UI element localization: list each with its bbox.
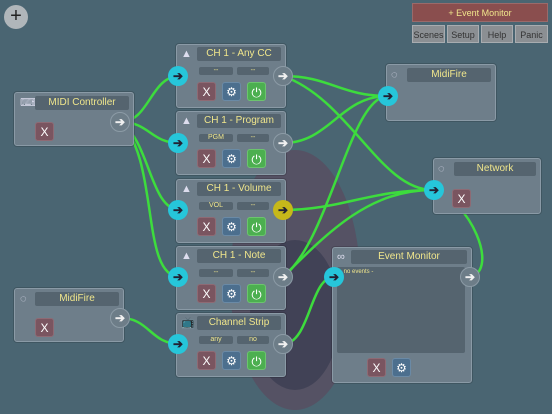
midi-port-icon: ◌	[438, 163, 445, 175]
shark-fin-icon: ▲	[181, 183, 192, 195]
output-port[interactable]: ➔	[273, 334, 293, 354]
midifire-input-node[interactable]: ◌ MidiFire X	[14, 288, 124, 342]
param-2[interactable]: --	[237, 202, 269, 210]
close-button[interactable]: X	[197, 149, 216, 168]
shark-fin-icon: ▲	[181, 48, 192, 60]
param-2[interactable]: --	[237, 67, 269, 75]
output-port[interactable]: ➔	[460, 267, 480, 287]
input-port[interactable]: ➔	[168, 66, 188, 86]
param-1[interactable]: PGM	[199, 134, 233, 142]
network-node[interactable]: ◌ Network X	[433, 158, 541, 214]
panic-button[interactable]: Panic	[515, 25, 548, 43]
event-monitor-node[interactable]: ∞ Event Monitor - no events - X ⚙	[332, 247, 472, 383]
input-port[interactable]: ➔	[168, 133, 188, 153]
node-title: Network	[454, 162, 536, 176]
ch1-volume-node[interactable]: ▲ CH 1 - Volume VOL -- X ⚙ ⏻	[176, 179, 286, 243]
power-icon[interactable]: ⏻	[247, 149, 266, 168]
param-2[interactable]: no	[237, 336, 269, 344]
power-icon[interactable]: ⏻	[247, 284, 266, 303]
shark-fin-icon: ▲	[181, 115, 192, 127]
help-button[interactable]: Help	[481, 25, 513, 43]
power-icon[interactable]: ⏻	[247, 82, 266, 101]
ch1-note-node[interactable]: ▲ CH 1 - Note -- -- X ⚙ ⏻	[176, 246, 286, 310]
infinity-icon: ∞	[337, 251, 345, 263]
input-port[interactable]: ➔	[168, 334, 188, 354]
output-port[interactable]: ➔	[110, 112, 130, 132]
gear-icon[interactable]: ⚙	[222, 284, 241, 303]
tv-icon: 📺	[181, 317, 195, 329]
ch1-program-node[interactable]: ▲ CH 1 - Program PGM -- X ⚙ ⏻	[176, 111, 286, 175]
param-2[interactable]: --	[237, 134, 269, 142]
shark-fin-icon: ▲	[181, 250, 192, 262]
param-1[interactable]: --	[199, 67, 233, 75]
midifire-output-node[interactable]: ◌ MidiFire	[386, 64, 496, 121]
close-button[interactable]: X	[35, 122, 54, 141]
node-title: Event Monitor	[351, 250, 467, 264]
param-2[interactable]: --	[237, 269, 269, 277]
node-title: CH 1 - Note	[197, 249, 281, 263]
close-button[interactable]: X	[35, 318, 54, 337]
output-port[interactable]: ➔	[273, 200, 293, 220]
output-port[interactable]: ➔	[273, 66, 293, 86]
channel-strip-node[interactable]: 📺 Channel Strip any no X ⚙ ⏻	[176, 313, 286, 377]
event-log[interactable]: - no events -	[337, 267, 465, 353]
node-title: CH 1 - Volume	[197, 182, 281, 196]
gear-icon[interactable]: ⚙	[222, 351, 241, 370]
node-title: MidiFire	[407, 68, 491, 82]
output-port[interactable]: ➔	[273, 133, 293, 153]
input-port[interactable]: ➔	[168, 267, 188, 287]
output-port[interactable]: ➔	[273, 267, 293, 287]
node-title: CH 1 - Any CC	[197, 47, 281, 61]
close-button[interactable]: X	[367, 358, 386, 377]
close-button[interactable]: X	[197, 351, 216, 370]
power-icon[interactable]: ⏻	[247, 351, 266, 370]
close-button[interactable]: X	[197, 82, 216, 101]
power-icon[interactable]: ⏻	[247, 217, 266, 236]
midi-port-icon: ◌	[20, 293, 27, 305]
close-button[interactable]: X	[197, 217, 216, 236]
node-title: MIDI Controller	[35, 96, 129, 110]
gear-icon[interactable]: ⚙	[392, 358, 411, 377]
output-port[interactable]: ➔	[110, 308, 130, 328]
param-1[interactable]: --	[199, 269, 233, 277]
keyboard-icon: ⌨	[20, 97, 36, 109]
gear-icon[interactable]: ⚙	[222, 217, 241, 236]
close-button[interactable]: X	[197, 284, 216, 303]
param-1[interactable]: VOL	[199, 202, 233, 210]
event-log-empty-text: - no events -	[340, 269, 374, 275]
gear-icon[interactable]: ⚙	[222, 82, 241, 101]
event-monitor-add-button[interactable]: + Event Monitor	[412, 3, 548, 22]
node-title: Channel Strip	[197, 316, 281, 330]
input-port[interactable]: ➔	[168, 200, 188, 220]
scenes-button[interactable]: Scenes	[412, 25, 445, 43]
input-port[interactable]: ➔	[378, 86, 398, 106]
midi-port-icon: ◌	[391, 69, 398, 81]
close-button[interactable]: X	[452, 189, 471, 208]
ch1-any-cc-node[interactable]: ▲ CH 1 - Any CC -- -- X ⚙ ⏻	[176, 44, 286, 108]
setup-button[interactable]: Setup	[447, 25, 479, 43]
node-title: MidiFire	[35, 292, 119, 306]
param-1[interactable]: any	[199, 336, 233, 344]
add-module-button[interactable]: +	[4, 5, 28, 29]
gear-icon[interactable]: ⚙	[222, 149, 241, 168]
input-port[interactable]: ➔	[424, 180, 444, 200]
input-port[interactable]: ➔	[324, 267, 344, 287]
node-title: CH 1 - Program	[197, 114, 281, 128]
